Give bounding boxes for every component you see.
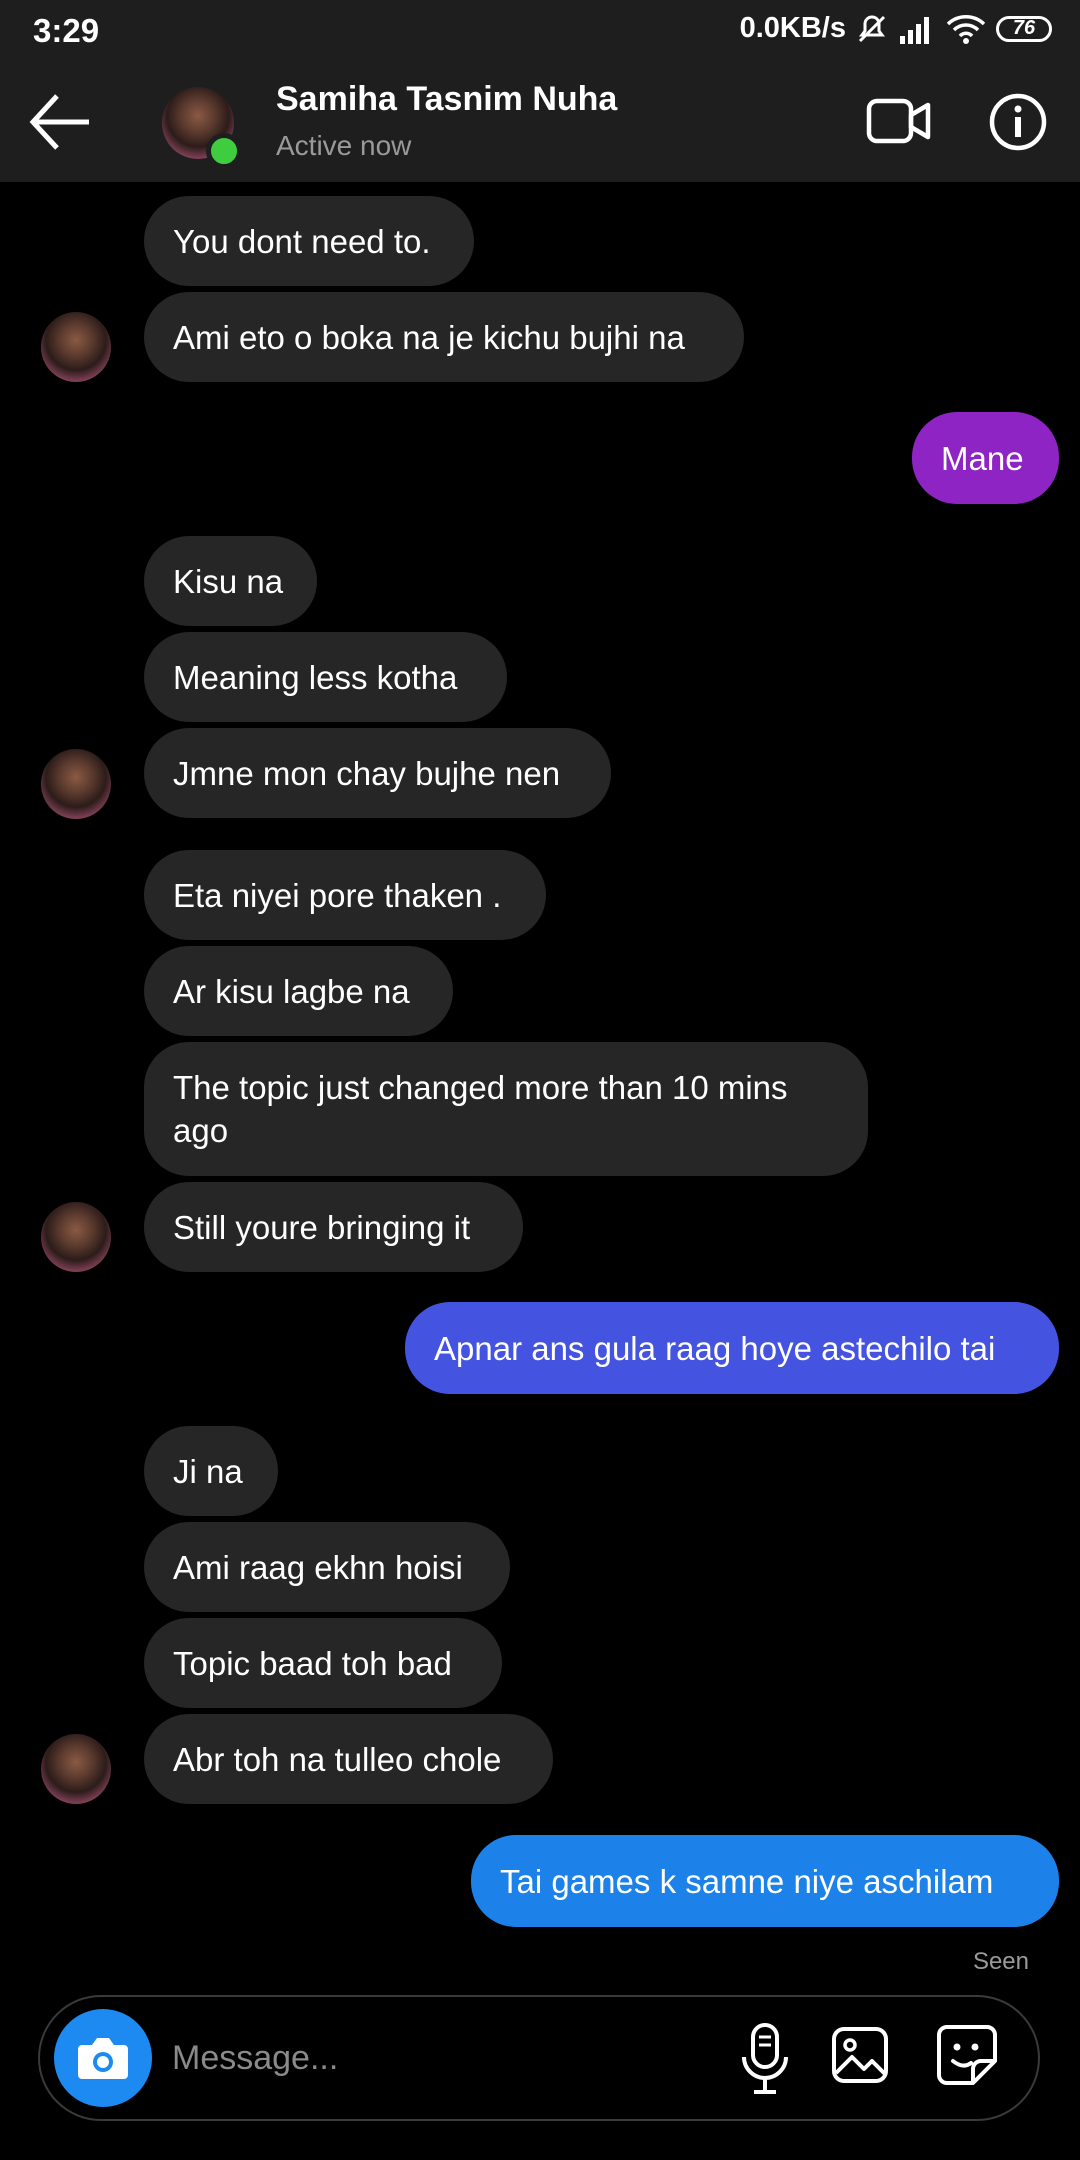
camera-icon bbox=[78, 2038, 128, 2079]
status-bar: 3:29 0.0KB/s 76 bbox=[0, 0, 1080, 62]
arrow-left-icon[interactable] bbox=[25, 90, 95, 154]
status-time: 3:29 bbox=[33, 12, 100, 49]
seen-receipt: Seen bbox=[972, 1948, 1029, 1975]
incoming-message[interactable]: Still youre bringing it bbox=[144, 1182, 523, 1272]
online-indicator bbox=[206, 133, 242, 169]
image-icon[interactable] bbox=[830, 2025, 890, 2085]
incoming-message[interactable]: Topic baad toh bad bbox=[144, 1618, 502, 1708]
incoming-message[interactable]: Eta niyei pore thaken . bbox=[144, 850, 546, 940]
message-composer bbox=[38, 1995, 1040, 2121]
avatar[interactable] bbox=[41, 749, 111, 819]
incoming-message[interactable]: Kisu na bbox=[144, 536, 317, 626]
outgoing-message[interactable]: Tai games k samne niye aschilam bbox=[471, 1835, 1059, 1927]
incoming-message[interactable]: Abr toh na tulleo chole bbox=[144, 1714, 553, 1804]
camera-button[interactable] bbox=[54, 2009, 152, 2107]
contact-avatar[interactable] bbox=[162, 87, 242, 169]
avatar[interactable] bbox=[41, 1202, 111, 1272]
contact-name[interactable]: Samiha Tasnim Nuha bbox=[276, 80, 617, 119]
contact-status: Active now bbox=[276, 130, 412, 161]
incoming-message[interactable]: Ami eto o boka na je kichu bujhi na bbox=[144, 292, 744, 382]
incoming-message[interactable]: You dont need to. bbox=[144, 196, 474, 286]
outgoing-message[interactable]: Apnar ans gula raag hoye astechilo tai bbox=[405, 1302, 1059, 1394]
avatar[interactable] bbox=[41, 312, 111, 382]
avatar[interactable] bbox=[41, 1734, 111, 1804]
chat-header: Samiha Tasnim Nuha Active now bbox=[0, 62, 1080, 182]
microphone-icon[interactable] bbox=[738, 2021, 792, 2097]
info-icon[interactable] bbox=[988, 92, 1048, 152]
message-input[interactable] bbox=[170, 2027, 734, 2089]
outgoing-message[interactable]: Mane bbox=[912, 412, 1059, 504]
wifi-icon bbox=[946, 14, 986, 44]
incoming-message[interactable]: Ji na bbox=[144, 1426, 278, 1516]
video-camera-icon[interactable] bbox=[866, 95, 932, 147]
signal-icon bbox=[900, 16, 929, 44]
status-icons: 0.0KB/s 76 bbox=[740, 12, 1052, 45]
incoming-message[interactable]: Meaning less kotha bbox=[144, 632, 507, 722]
incoming-message[interactable]: The topic just changed more than 10 mins… bbox=[144, 1042, 868, 1176]
sticker-icon[interactable] bbox=[935, 2023, 999, 2087]
mute-icon bbox=[858, 14, 886, 42]
network-speed: 0.0KB/s bbox=[739, 12, 846, 44]
battery-icon: 76 bbox=[996, 15, 1052, 42]
incoming-message[interactable]: Ar kisu lagbe na bbox=[144, 946, 453, 1036]
incoming-message[interactable]: Ami raag ekhn hoisi bbox=[144, 1522, 510, 1612]
incoming-message[interactable]: Jmne mon chay bujhe nen bbox=[144, 728, 611, 818]
